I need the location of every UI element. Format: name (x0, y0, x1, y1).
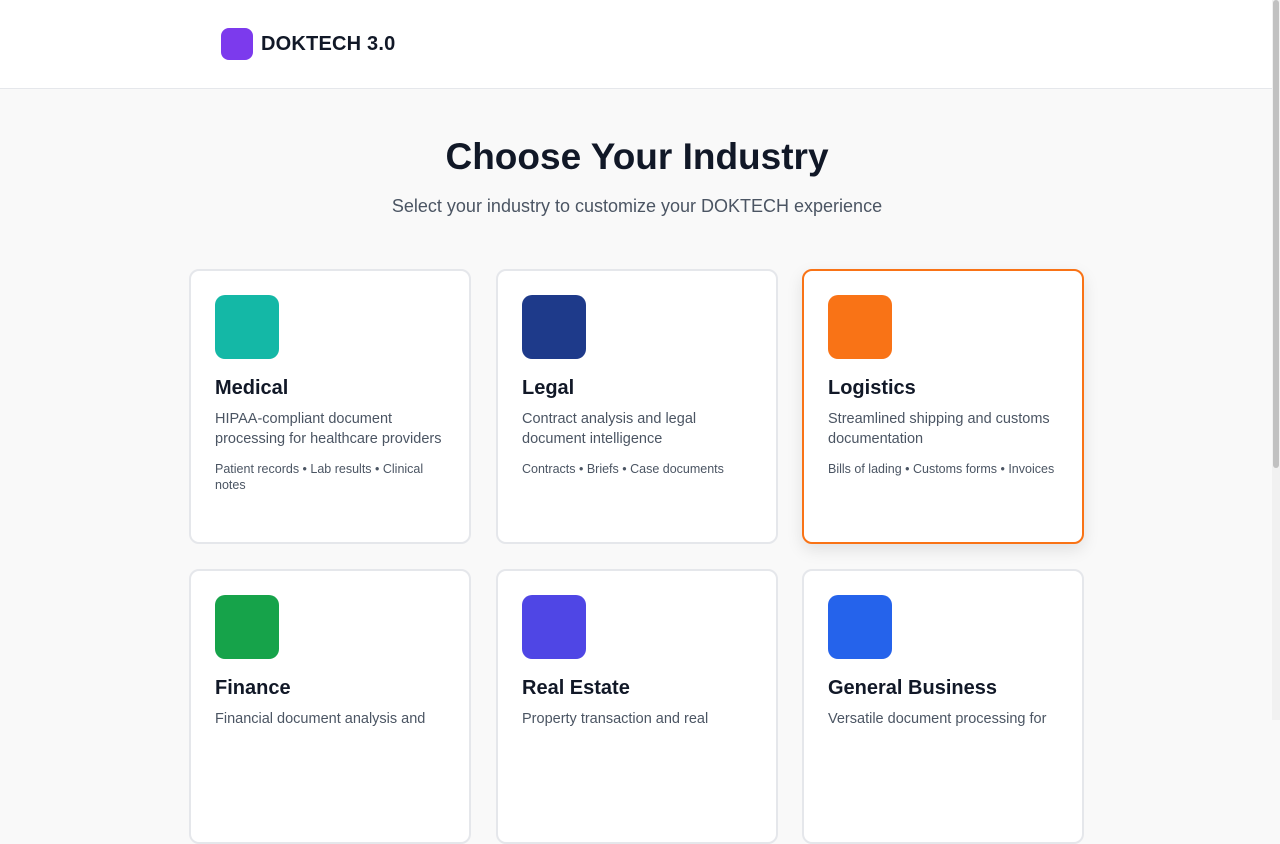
industry-description: Financial document analysis and (215, 711, 426, 727)
industry-card-finance[interactable]: Finance Financial document analysis and (189, 569, 471, 844)
medical-icon (215, 295, 279, 359)
general-business-icon (828, 595, 892, 659)
industry-card-logistics[interactable]: Logistics Streamlined shipping and custo… (802, 269, 1084, 544)
industry-tags: Patient records • Lab results • Clinical… (215, 462, 424, 492)
app-title: DOKTECH 3.0 (261, 32, 396, 55)
page-title: Choose Your Industry (445, 136, 829, 177)
finance-icon (215, 595, 279, 659)
industry-card-medical[interactable]: Medical HIPAA-compliant document process… (189, 269, 471, 544)
industry-description: Streamlined shipping and customs documen… (828, 411, 1050, 447)
industry-tags: Bills of lading • Customs forms • Invoic… (828, 462, 1055, 476)
page-scrollbar[interactable] (1272, 0, 1280, 720)
industry-description: Versatile document processing for (828, 711, 1047, 727)
industry-title: Real Estate (522, 677, 630, 699)
industry-title: General Business (828, 677, 997, 699)
industry-card-real-estate[interactable]: Real Estate Property transaction and rea… (496, 569, 778, 844)
logistics-icon (828, 295, 892, 359)
industry-card-general-business[interactable]: General Business Versatile document proc… (802, 569, 1084, 844)
real-estate-icon (522, 595, 586, 659)
industry-title: Finance (215, 677, 291, 699)
industry-card-legal[interactable]: Legal Contract analysis and legal docume… (496, 269, 778, 544)
industry-title: Logistics (828, 377, 916, 399)
page-subtitle: Select your industry to customize your D… (391, 196, 883, 216)
top-header: DOKTECH 3.0 (0, 0, 1272, 89)
industry-description: Property transaction and real (522, 711, 709, 727)
logo-icon (221, 28, 253, 60)
industry-tags: Contracts • Briefs • Case documents (522, 462, 724, 476)
app-logo[interactable]: DOKTECH 3.0 (221, 28, 395, 60)
scrollbar-thumb[interactable] (1273, 0, 1279, 468)
industry-description: Contract analysis and legal document int… (522, 411, 697, 447)
industry-title: Medical (215, 377, 289, 399)
industry-title: Legal (522, 377, 575, 399)
legal-icon (522, 295, 586, 359)
industry-description: HIPAA-compliant document processing for … (215, 411, 442, 447)
